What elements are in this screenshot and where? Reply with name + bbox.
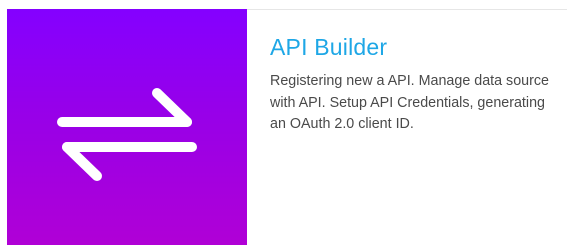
card-body: API Builder Registering new a API. Manag… bbox=[270, 31, 555, 136]
card-icon-panel bbox=[7, 9, 247, 245]
card-description: Registering new a API. Manage data sourc… bbox=[270, 73, 549, 132]
card-title[interactable]: API Builder bbox=[270, 31, 555, 63]
swap-arrows-icon bbox=[57, 88, 197, 181]
api-builder-card[interactable]: API Builder Registering new a API. Manag… bbox=[0, 0, 567, 245]
card-divider bbox=[247, 9, 567, 10]
